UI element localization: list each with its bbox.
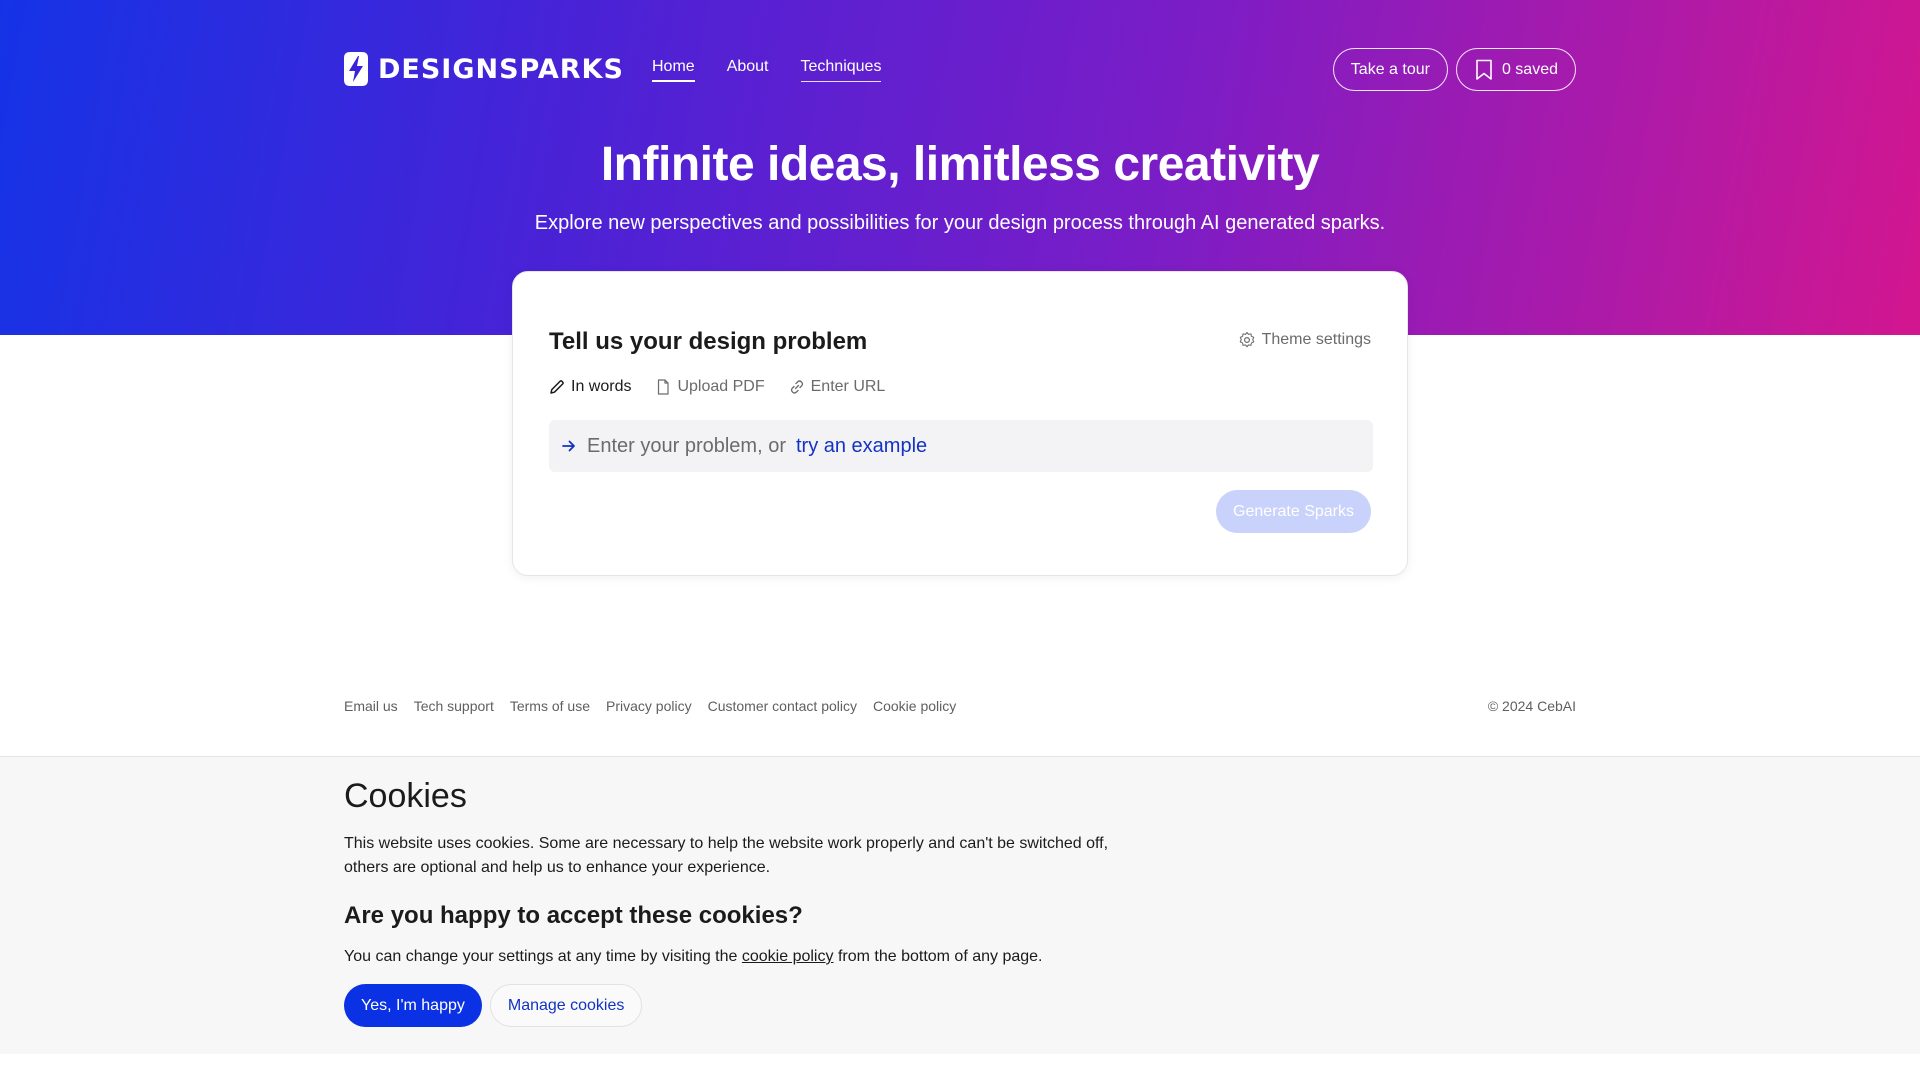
tab-upload-pdf[interactable]: Upload PDF [655, 378, 765, 396]
pencil-icon [550, 380, 564, 394]
problem-input-placeholder: Enter your problem, or [587, 434, 786, 457]
footer-link-cookie-policy[interactable]: Cookie policy [873, 698, 956, 714]
cookies-title: Cookies [344, 777, 467, 815]
cookie-policy-link[interactable]: cookie policy [742, 948, 834, 965]
manage-cookies-button[interactable]: Manage cookies [489, 984, 643, 1027]
nav-about[interactable]: About [727, 58, 769, 82]
nav-techniques[interactable]: Techniques [800, 58, 882, 82]
input-mode-tabs: In words Upload PDF Enter URL [549, 378, 885, 396]
copyright: © 2024 CebAI [1487, 698, 1576, 714]
logo-text: DESIGNSPARKS [378, 53, 624, 85]
cookies-question: Are you happy to accept these cookies? [344, 902, 803, 929]
tab-in-words-label: In words [571, 378, 632, 395]
theme-settings-label: Theme settings [1261, 331, 1371, 348]
saved-label: 0 saved [1501, 60, 1558, 78]
cookies-settings-prefix: You can change your settings at any time… [344, 948, 738, 965]
theme-settings-button[interactable]: Theme settings [1238, 331, 1371, 349]
tab-enter-url[interactable]: Enter URL [789, 378, 886, 396]
hero-subtitle: Explore new perspectives and possibiliti… [534, 212, 1386, 234]
saved-button[interactable]: 0 saved [1455, 48, 1576, 91]
tab-enter-url-label: Enter URL [810, 378, 886, 395]
footer-link-privacy-policy[interactable]: Privacy policy [606, 698, 692, 714]
tab-upload-pdf-label: Upload PDF [677, 378, 765, 395]
try-example-link[interactable]: try an example [796, 435, 927, 458]
cookie-banner: Cookies This website uses cookies. Some … [0, 756, 1920, 1054]
hero-title: Infinite ideas, limitless creativity [600, 138, 1320, 191]
footer-link-customer-contact-policy[interactable]: Customer contact policy [708, 698, 857, 714]
link-icon [790, 380, 803, 394]
cookie-actions: Yes, I'm happy Manage cookies [344, 984, 1244, 1027]
footer-link-terms-of-use[interactable]: Terms of use [510, 698, 590, 714]
gear-icon [1239, 331, 1254, 348]
footer-links: Email us Tech support Terms of use Priva… [344, 698, 956, 714]
cookies-settings-suffix: from the bottom of any page. [837, 948, 1043, 965]
top-bar: DESIGNSPARKS Home About Techniques Take … [344, 48, 1576, 91]
accept-cookies-button[interactable]: Yes, I'm happy [344, 984, 482, 1027]
main-nav: Home About Techniques [652, 58, 882, 82]
cookies-settings-note: You can change your settings at any time… [344, 948, 1244, 966]
footer-link-tech-support[interactable]: Tech support [414, 698, 494, 714]
problem-input[interactable]: Enter your problem, or try an example [549, 420, 1373, 472]
top-actions: Take a tour 0 saved [1332, 48, 1576, 91]
tab-in-words[interactable]: In words [549, 378, 631, 396]
cookies-description: This website uses cookies. Some are nece… [344, 835, 1109, 876]
cookie-banner-content: Cookies This website uses cookies. Some … [344, 777, 1244, 1027]
arrow-right-icon [562, 440, 575, 452]
take-a-tour-button[interactable]: Take a tour [1332, 48, 1448, 91]
footer: Email us Tech support Terms of use Priva… [344, 698, 1576, 714]
generate-sparks-button[interactable]: Generate Sparks [1216, 490, 1371, 533]
nav-home[interactable]: Home [652, 58, 695, 82]
logo[interactable]: DESIGNSPARKS [344, 52, 624, 86]
lightning-bolt-icon [344, 52, 368, 86]
document-icon [658, 379, 670, 395]
take-a-tour-label: Take a tour [1350, 60, 1430, 78]
design-problem-card: Tell us your design problem Theme settin… [512, 271, 1408, 576]
bookmark-icon [1476, 59, 1492, 80]
card-title: Tell us your design problem [549, 328, 868, 355]
footer-link-email-us[interactable]: Email us [344, 698, 398, 714]
